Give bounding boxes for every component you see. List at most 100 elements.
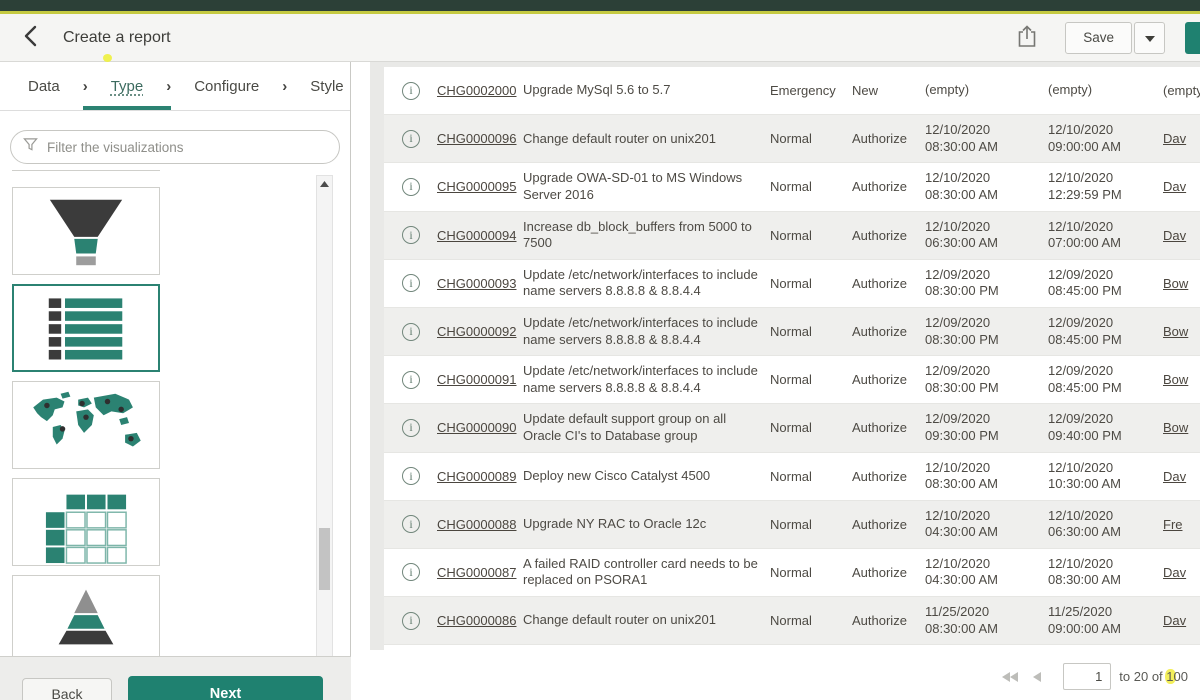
back-arrow-button[interactable]	[24, 25, 37, 50]
viz-type-pyramid[interactable]	[12, 575, 160, 656]
start-date: 12/09/2020 08:30:00 PM	[925, 315, 1040, 348]
end-date: 12/09/2020 08:45:00 PM	[1048, 315, 1160, 348]
info-cell: i	[402, 467, 424, 485]
page-number-input[interactable]	[1063, 663, 1111, 690]
visualization-type-list	[12, 187, 350, 656]
change-number-link[interactable]: CHG0000091	[437, 372, 519, 387]
start-date: 12/10/2020 08:30:00 AM	[925, 170, 1040, 203]
assigned-to-link[interactable]: Dav	[1163, 131, 1200, 146]
end-date: 12/10/2020 06:30:00 AM	[1048, 508, 1160, 541]
assigned-to-link[interactable]: Bow	[1163, 420, 1200, 435]
assigned-to-link[interactable]: Fre	[1163, 517, 1200, 532]
next-button[interactable]: Next	[128, 676, 323, 700]
wizard-footer: Back Next	[0, 656, 351, 700]
info-icon[interactable]: i	[402, 274, 420, 292]
assigned-to-link[interactable]: Dav	[1163, 469, 1200, 484]
assigned-to-link[interactable]: Dav	[1163, 613, 1200, 628]
end-date: 12/09/2020 09:40:00 PM	[1048, 411, 1160, 444]
assigned-to-link[interactable]: Dav	[1163, 565, 1200, 580]
assigned-to-link[interactable]: Bow	[1163, 372, 1200, 387]
table-left-scroll-track[interactable]	[370, 62, 384, 650]
step-type[interactable]: Type	[111, 78, 144, 95]
info-icon[interactable]: i	[402, 563, 420, 581]
change-number-link[interactable]: CHG0000089	[437, 469, 519, 484]
assigned-to-link[interactable]: Dav	[1163, 179, 1200, 194]
step-style[interactable]: Style	[310, 78, 343, 95]
end-date: 12/10/2020 09:00:00 AM	[1048, 122, 1160, 155]
short-description: Update /etc/network/interfaces to includ…	[523, 363, 763, 396]
assigned-to-link[interactable]: Bow	[1163, 324, 1200, 339]
viz-type-funnel[interactable]	[12, 187, 160, 275]
step-configure[interactable]: Configure	[194, 78, 259, 95]
change-number-link[interactable]: CHG0000086	[437, 613, 519, 628]
assigned-to-link[interactable]: Dav	[1163, 228, 1200, 243]
previous-page-icon[interactable]	[1033, 672, 1041, 682]
first-page-icon[interactable]	[1002, 672, 1019, 682]
info-icon[interactable]: i	[402, 515, 420, 533]
share-button[interactable]	[1017, 24, 1037, 51]
end-date: 12/10/2020 07:00:00 AM	[1048, 219, 1160, 252]
scroll-up-icon[interactable]	[317, 181, 332, 187]
scrollbar-thumb[interactable]	[319, 528, 330, 590]
step-data[interactable]: Data	[28, 78, 60, 95]
state: Authorize	[852, 179, 922, 194]
report-preview-area: iCHG0002000Upgrade MySql 5.6 to 5.7Emerg…	[370, 62, 1200, 700]
info-icon[interactable]: i	[402, 178, 420, 196]
info-cell: i	[402, 82, 424, 100]
end-date: 12/10/2020 08:30:00 AM	[1048, 556, 1160, 589]
caret-down-icon	[1145, 30, 1155, 45]
table-row: iCHG0000089Deploy new Cisco Catalyst 450…	[384, 453, 1200, 501]
info-icon[interactable]: i	[402, 323, 420, 341]
viz-list-scrollbar[interactable]	[316, 175, 333, 656]
change-number-link[interactable]: CHG0000088	[437, 517, 519, 532]
change-number-link[interactable]: CHG0000093	[437, 276, 519, 291]
viz-type-list[interactable]	[12, 284, 160, 372]
table-row: i CHG0000091 Update /etc/network/interface…	[384, 356, 1200, 404]
filter-visualizations-input[interactable]	[47, 140, 327, 155]
save-button[interactable]: Save	[1065, 22, 1132, 54]
table-row: iCHG0000088Upgrade NY RAC to Oracle 12cN…	[384, 501, 1200, 549]
change-number-link[interactable]: CHG0000096	[437, 131, 519, 146]
change-number-link[interactable]: CHG0000087	[437, 565, 519, 580]
pyramid-chart-icon	[13, 576, 159, 656]
priority: Normal	[770, 565, 840, 580]
info-icon[interactable]: i	[402, 82, 420, 100]
start-date: 12/10/2020 06:30:00 AM	[925, 219, 1040, 252]
info-icon[interactable]: i	[402, 226, 420, 244]
info-cell: i	[402, 371, 424, 389]
start-date: (empty)	[925, 82, 1040, 99]
wizard-breadcrumb: Data › Type › Configure › Style	[0, 62, 350, 111]
pagination: to 20 of 100	[1002, 663, 1188, 690]
info-icon[interactable]: i	[402, 612, 420, 630]
funnel-filter-icon	[23, 137, 38, 157]
chevron-right-icon: ›	[282, 78, 287, 95]
start-date: 12/10/2020 04:30:00 AM	[925, 508, 1040, 541]
info-icon[interactable]: i	[402, 130, 420, 148]
priority: Emergency	[770, 83, 840, 98]
change-number-link[interactable]: CHG0000090	[437, 420, 519, 435]
state: Authorize	[852, 324, 922, 339]
change-number-link[interactable]: CHG0000092	[437, 324, 519, 339]
viz-type-world-map[interactable]	[12, 381, 160, 469]
save-dropdown-button[interactable]	[1134, 22, 1165, 54]
change-number-link[interactable]: CHG0000095	[437, 179, 519, 194]
info-icon[interactable]: i	[402, 467, 420, 485]
header-actions: Save	[1017, 22, 1200, 54]
priority: Normal	[770, 613, 840, 628]
table-row: iCHG0000096Change default router on unix…	[384, 115, 1200, 163]
change-number-link[interactable]: CHG0000094	[437, 228, 519, 243]
visualization-filter	[10, 130, 340, 164]
viz-type-heatmap-table[interactable]	[12, 478, 160, 566]
short-description: A failed RAID controller card needs to b…	[523, 556, 763, 589]
create-report-screen: Create a report Save Data › Type › Confi…	[0, 0, 1200, 700]
state: Authorize	[852, 420, 922, 435]
assigned-to-link[interactable]: Bow	[1163, 276, 1200, 291]
priority: Normal	[770, 324, 840, 339]
back-button[interactable]: Back	[22, 678, 112, 700]
short-description: Update /etc/network/interfaces to includ…	[523, 267, 763, 300]
funnel-chart-icon	[13, 188, 159, 274]
info-icon[interactable]: i	[402, 419, 420, 437]
change-number-link[interactable]: CHG0002000	[437, 83, 519, 98]
header-action-button-partial[interactable]	[1185, 22, 1200, 54]
info-icon[interactable]: i	[402, 371, 420, 389]
